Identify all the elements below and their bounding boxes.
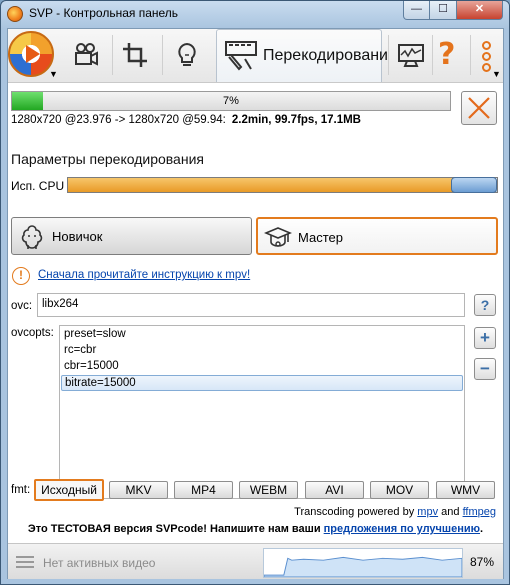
format-button-webm[interactable]: WEBM xyxy=(239,481,298,499)
remove-option-button[interactable]: − xyxy=(474,358,496,380)
powered-and: and xyxy=(441,506,460,518)
format-button-source[interactable]: Исходный xyxy=(34,479,104,501)
movie-camera-icon[interactable] xyxy=(66,29,104,81)
ovc-label: ovc: xyxy=(11,300,33,312)
source-format: 1280x720 @23.976 -> 1280x720 @59.94: xyxy=(11,114,226,126)
toolbar: ▼ Перекодировани ? ▼ xyxy=(8,29,503,83)
mode-master-label: Мастер xyxy=(298,230,343,245)
mpv-instructions-link[interactable]: Сначала прочитайте инструкцию к mpv! xyxy=(38,269,250,281)
mode-novice-label: Новичок xyxy=(52,229,103,244)
title-bar[interactable]: SVP - Контрольная панель — ☐ ✕ xyxy=(1,1,509,27)
chevron-down-icon[interactable]: ▼ xyxy=(492,69,501,79)
ovcopts-item[interactable]: preset=slow xyxy=(61,327,463,343)
ovcopts-label: ovcopts: xyxy=(11,327,54,339)
warning-icon: ! xyxy=(12,267,30,285)
graduation-cap-icon xyxy=(264,227,292,247)
test-notice-end: . xyxy=(480,523,484,535)
fmt-label: fmt: xyxy=(11,484,31,496)
tab-transcode-label: Перекодировани xyxy=(263,47,388,64)
transcode-info: 1280x720 @23.976 -> 1280x720 @59.94: 2.2m… xyxy=(11,114,361,126)
format-button-mp4[interactable]: MP4 xyxy=(174,481,233,499)
add-option-button[interactable]: + xyxy=(474,327,496,349)
test-notice-text: Это ТЕСТОВАЯ версия SVPcode! Напишите на… xyxy=(27,523,321,535)
cpu-usage-percent: 87% xyxy=(470,555,495,569)
ovcopts-item[interactable]: cbr=15000 xyxy=(61,359,463,375)
menu-icon[interactable] xyxy=(16,556,34,571)
transcode-icon xyxy=(225,41,257,71)
minimize-button[interactable]: — xyxy=(403,1,430,20)
close-icon xyxy=(468,97,490,119)
lightbulb-icon[interactable] xyxy=(168,29,206,81)
sheep-icon xyxy=(21,225,43,249)
crop-icon[interactable] xyxy=(116,29,154,81)
maximize-button[interactable]: ☐ xyxy=(430,1,457,20)
active-video-status: Нет активных видео xyxy=(43,556,156,570)
ovc-input[interactable]: libx264 xyxy=(37,293,465,317)
more-icon[interactable] xyxy=(482,41,492,74)
cpu-slider-fill xyxy=(68,178,455,192)
powered-prefix: Transcoding powered by xyxy=(294,506,415,518)
cpu-slider-thumb[interactable] xyxy=(451,177,497,193)
cancel-transcode-button[interactable] xyxy=(461,91,497,125)
window-controls: — ☐ ✕ xyxy=(403,1,503,20)
question-icon[interactable]: ? xyxy=(438,37,455,72)
transcode-progress-bar: 7% xyxy=(11,91,451,111)
svp-logo-icon[interactable] xyxy=(8,31,54,77)
test-version-notice: Это ТЕСТОВАЯ версия SVPcode! Напишите на… xyxy=(8,523,503,535)
status-bar: Нет активных видео 87% xyxy=(8,543,503,579)
powered-by-text: Transcoding powered by mpv and ffmpeg xyxy=(294,506,496,518)
cpu-slider[interactable] xyxy=(67,177,498,193)
progress-percent: 7% xyxy=(223,95,239,107)
tab-transcode[interactable]: Перекодировани xyxy=(216,29,388,82)
section-title: Параметры перекодирования xyxy=(11,151,204,167)
transcode-stats: 2.2min, 99.7fps, 17.1MB xyxy=(231,114,361,126)
cpu-usage-graph xyxy=(263,548,463,578)
svp-app-icon xyxy=(7,6,23,22)
ovcopts-list[interactable]: preset=slow rc=cbr cbr=15000 bitrate=150… xyxy=(59,325,465,499)
format-button-avi[interactable]: AVI xyxy=(305,481,364,499)
window-frame: SVP - Контрольная панель — ☐ ✕ ▼ Перекод… xyxy=(0,0,510,585)
mode-master-button[interactable]: Мастер xyxy=(256,217,498,255)
cpu-label: Исп. CPU xyxy=(11,179,65,193)
chevron-down-icon[interactable]: ▼ xyxy=(49,69,58,79)
monitor-icon[interactable] xyxy=(392,29,430,81)
format-button-mkv[interactable]: MKV xyxy=(109,481,168,499)
format-button-wmv[interactable]: WMV xyxy=(436,481,495,499)
feedback-link[interactable]: предложения по улучшению xyxy=(324,523,480,535)
ovcopts-item[interactable]: rc=cbr xyxy=(61,343,463,359)
main-panel: ▼ Перекодировани ? ▼ 7% 1280x720 @23.976… xyxy=(7,28,504,579)
format-button-mov[interactable]: MOV xyxy=(370,481,429,499)
ffmpeg-link[interactable]: ffmpeg xyxy=(463,506,496,518)
mpv-link[interactable]: mpv xyxy=(417,506,438,518)
ovcopts-item-selected[interactable]: bitrate=15000 xyxy=(61,375,463,391)
window-title: SVP - Контрольная панель xyxy=(29,6,179,20)
mode-novice-button[interactable]: Новичок xyxy=(11,217,252,255)
close-button[interactable]: ✕ xyxy=(457,1,503,20)
help-button[interactable]: ? xyxy=(474,294,496,316)
